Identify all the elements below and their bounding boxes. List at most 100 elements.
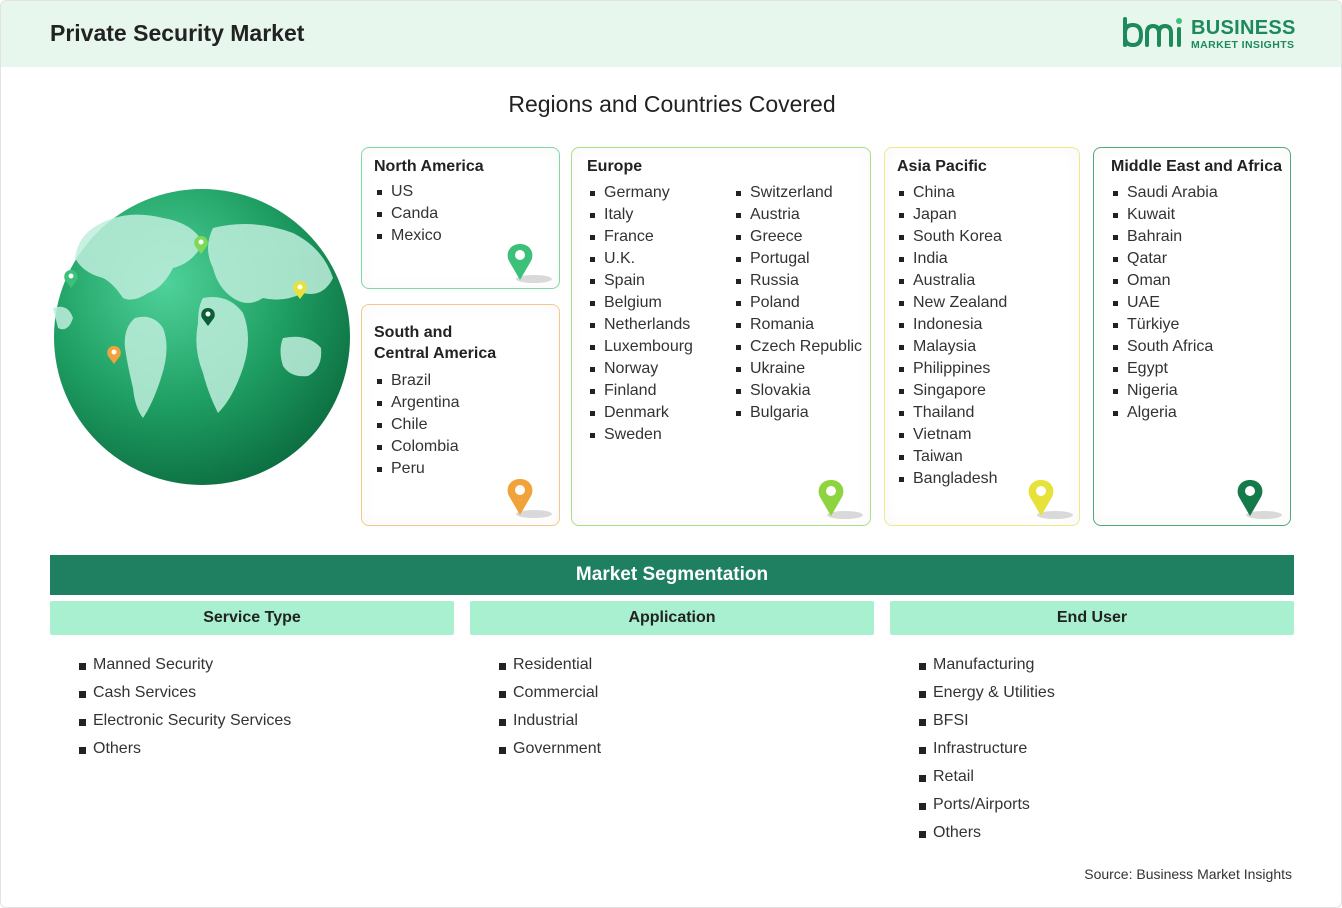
- country-item: Spain: [588, 270, 693, 292]
- region-title-europe: Europe: [587, 158, 643, 175]
- country-item: Switzerland: [734, 182, 862, 204]
- map-pin-icon: [507, 244, 552, 283]
- country-item: Nigeria: [1111, 380, 1218, 402]
- bmi-logo: BUSINESS MARKET INSIGHTS: [1121, 15, 1301, 55]
- country-list-europe-col2: Switzerland Austria Greece Portugal Russ…: [734, 182, 862, 424]
- country-item: New Zealand: [897, 292, 1007, 314]
- segment-item: Industrial: [499, 707, 601, 735]
- country-item: France: [588, 226, 693, 248]
- infographic-frame: Private Security Market BUSINESS MARKET …: [0, 0, 1342, 908]
- country-item: Argentina: [375, 392, 460, 414]
- country-item: UAE: [1111, 292, 1218, 314]
- header-bar: Private Security Market BUSINESS MARKET …: [1, 1, 1341, 67]
- segment-item: Residential: [499, 651, 601, 679]
- country-item: Canda: [375, 203, 442, 225]
- region-title-middle-east-africa: Middle East and Africa: [1111, 158, 1282, 175]
- map-pin-icon: [1237, 480, 1282, 519]
- region-title-north-america: North America: [374, 158, 484, 175]
- country-item: Denmark: [588, 402, 693, 424]
- country-item: Ukraine: [734, 358, 862, 380]
- segment-item: Retail: [919, 763, 1055, 791]
- region-card-south-central-america: South and Central America Brazil Argenti…: [361, 304, 560, 526]
- country-item: Peru: [375, 458, 460, 480]
- country-item: China: [897, 182, 1007, 204]
- segment-item: BFSI: [919, 707, 1055, 735]
- logo-text-market-insights: MARKET INSIGHTS: [1191, 39, 1295, 51]
- bmi-logo-icon: [1123, 17, 1182, 48]
- segment-item: Cash Services: [79, 679, 291, 707]
- country-item: Malaysia: [897, 336, 1007, 358]
- country-item: Bulgaria: [734, 402, 862, 424]
- country-item: Philippines: [897, 358, 1007, 380]
- page-title: Private Security Market: [50, 20, 305, 46]
- country-item: Poland: [734, 292, 862, 314]
- region-title-south-central-america: South and Central America: [374, 322, 496, 364]
- segment-heading-end-user: End User: [890, 601, 1294, 635]
- country-item: Oman: [1111, 270, 1218, 292]
- country-item: Vietnam: [897, 424, 1007, 446]
- region-card-north-america: North America US Canda Mexico: [361, 147, 560, 289]
- country-item: Taiwan: [897, 446, 1007, 468]
- country-item: Russia: [734, 270, 862, 292]
- segment-item: Infrastructure: [919, 735, 1055, 763]
- region-title-asia-pacific: Asia Pacific: [897, 158, 987, 175]
- segment-item: Manned Security: [79, 651, 291, 679]
- source-note: Source: Business Market Insights: [1084, 866, 1292, 882]
- map-pin-icon: [818, 480, 863, 519]
- country-item: Luxembourg: [588, 336, 693, 358]
- country-item: Egypt: [1111, 358, 1218, 380]
- country-item: Netherlands: [588, 314, 693, 336]
- country-list-europe-col1: Germany Italy France U.K. Spain Belgium …: [588, 182, 693, 446]
- map-pin-icon: [1028, 480, 1073, 519]
- segment-item: Commercial: [499, 679, 601, 707]
- country-list-middle-east-africa: Saudi Arabia Kuwait Bahrain Qatar Oman U…: [1111, 182, 1218, 424]
- country-item: Algeria: [1111, 402, 1218, 424]
- country-item: Finland: [588, 380, 693, 402]
- country-item: Greece: [734, 226, 862, 248]
- country-item: Mexico: [375, 225, 442, 247]
- country-item: Austria: [734, 204, 862, 226]
- region-card-asia-pacific: Asia Pacific China Japan South Korea Ind…: [884, 147, 1080, 526]
- country-item: Saudi Arabia: [1111, 182, 1218, 204]
- segment-list-application: Residential Commercial Industrial Govern…: [499, 651, 601, 763]
- country-item: Thailand: [897, 402, 1007, 424]
- logo-text-business: BUSINESS: [1191, 17, 1296, 39]
- country-item: Czech Republic: [734, 336, 862, 358]
- country-item: US: [375, 181, 442, 203]
- segment-item: Government: [499, 735, 601, 763]
- country-item: Qatar: [1111, 248, 1218, 270]
- country-item: Romania: [734, 314, 862, 336]
- country-item: Singapore: [897, 380, 1007, 402]
- segment-heading-application: Application: [470, 601, 874, 635]
- country-list-south-central-america: Brazil Argentina Chile Colombia Peru: [375, 370, 460, 480]
- country-item: Indonesia: [897, 314, 1007, 336]
- country-item: South Africa: [1111, 336, 1218, 358]
- country-item: Germany: [588, 182, 693, 204]
- country-item: Sweden: [588, 424, 693, 446]
- country-item: Brazil: [375, 370, 460, 392]
- country-item: Norway: [588, 358, 693, 380]
- map-pin-icon: [507, 479, 552, 518]
- country-item: Kuwait: [1111, 204, 1218, 226]
- country-item: Bangladesh: [897, 468, 1007, 490]
- country-item: Belgium: [588, 292, 693, 314]
- country-item: Australia: [897, 270, 1007, 292]
- country-list-north-america: US Canda Mexico: [375, 181, 442, 247]
- country-list-asia-pacific: China Japan South Korea India Australia …: [897, 182, 1007, 490]
- segment-list-service-type: Manned Security Cash Services Electronic…: [79, 651, 291, 763]
- segment-item: Ports/Airports: [919, 791, 1055, 819]
- region-card-middle-east-africa: Middle East and Africa Saudi Arabia Kuwa…: [1093, 147, 1291, 526]
- segmentation-title: Market Segmentation: [50, 555, 1294, 595]
- country-item: Portugal: [734, 248, 862, 270]
- segment-item: Others: [79, 735, 291, 763]
- country-item: Bahrain: [1111, 226, 1218, 248]
- country-item: Colombia: [375, 436, 460, 458]
- country-item: India: [897, 248, 1007, 270]
- segment-list-end-user: Manufacturing Energy & Utilities BFSI In…: [919, 651, 1055, 847]
- segment-heading-service-type: Service Type: [50, 601, 454, 635]
- country-item: U.K.: [588, 248, 693, 270]
- regions-title: Regions and Countries Covered: [508, 91, 836, 117]
- country-item: South Korea: [897, 226, 1007, 248]
- region-card-europe: Europe Germany Italy France U.K. Spain B…: [571, 147, 871, 526]
- segment-item: Energy & Utilities: [919, 679, 1055, 707]
